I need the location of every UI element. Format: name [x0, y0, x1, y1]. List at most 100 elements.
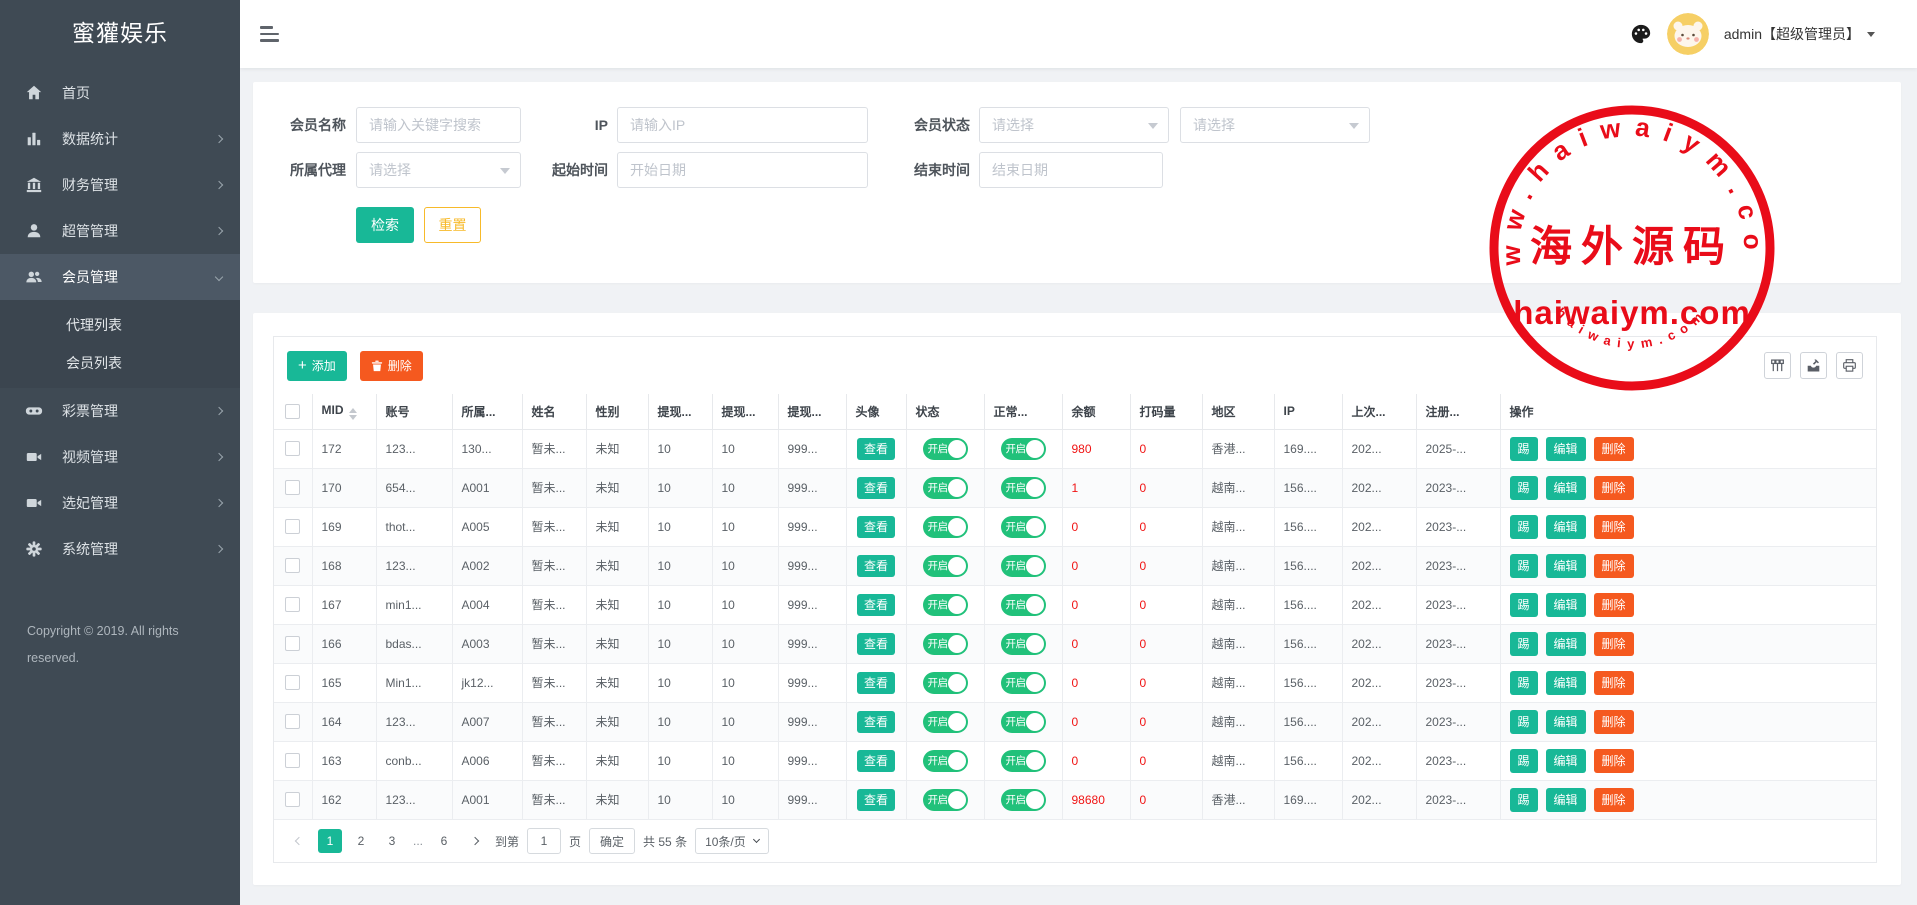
end-date-input[interactable]: [979, 152, 1163, 188]
search-button[interactable]: 检索: [356, 207, 414, 243]
edit-button[interactable]: 编辑: [1546, 788, 1586, 812]
print-icon[interactable]: [1836, 352, 1863, 379]
theme-palette-icon[interactable]: [1630, 23, 1652, 45]
normal-toggle[interactable]: 开启: [1001, 672, 1046, 694]
delete-row-button[interactable]: 删除: [1594, 593, 1634, 617]
kick-button[interactable]: 踢: [1510, 788, 1538, 812]
status-toggle[interactable]: 开启: [923, 672, 968, 694]
sidebar-item-5[interactable]: 彩票管理: [0, 388, 240, 434]
row-checkbox[interactable]: [285, 480, 300, 495]
avatar[interactable]: [1667, 13, 1709, 55]
member-status-select[interactable]: 请选择: [979, 107, 1169, 143]
row-checkbox[interactable]: [285, 714, 300, 729]
page-button-6[interactable]: 6: [432, 829, 456, 853]
view-avatar-button[interactable]: 查看: [857, 633, 895, 655]
goto-page-input[interactable]: [527, 828, 561, 854]
status-toggle[interactable]: 开启: [923, 633, 968, 655]
ip-input[interactable]: [617, 107, 868, 143]
agent-select[interactable]: 请选择: [356, 152, 521, 188]
status-toggle[interactable]: 开启: [923, 711, 968, 733]
sidebar-item-3[interactable]: 超管管理: [0, 208, 240, 254]
per-page-select[interactable]: 10条/页: [695, 828, 769, 854]
view-avatar-button[interactable]: 查看: [857, 711, 895, 733]
edit-button[interactable]: 编辑: [1546, 476, 1586, 500]
sidebar-item-2[interactable]: 财务管理: [0, 162, 240, 208]
status-toggle[interactable]: 开启: [923, 555, 968, 577]
sidebar-subitem-0[interactable]: 代理列表: [0, 306, 240, 344]
delete-row-button[interactable]: 删除: [1594, 749, 1634, 773]
row-checkbox[interactable]: [285, 792, 300, 807]
normal-toggle[interactable]: 开启: [1001, 438, 1046, 460]
edit-button[interactable]: 编辑: [1546, 437, 1586, 461]
view-avatar-button[interactable]: 查看: [857, 789, 895, 811]
kick-button[interactable]: 踢: [1510, 476, 1538, 500]
sidebar-item-7[interactable]: 选妃管理: [0, 480, 240, 526]
normal-toggle[interactable]: 开启: [1001, 594, 1046, 616]
row-checkbox[interactable]: [285, 675, 300, 690]
delete-row-button[interactable]: 删除: [1594, 515, 1634, 539]
kick-button[interactable]: 踢: [1510, 632, 1538, 656]
view-avatar-button[interactable]: 查看: [857, 750, 895, 772]
sidebar-item-0[interactable]: 首页: [0, 70, 240, 116]
status-toggle[interactable]: 开启: [923, 438, 968, 460]
status-toggle[interactable]: 开启: [923, 594, 968, 616]
confirm-page-button[interactable]: 确定: [589, 828, 635, 854]
row-checkbox[interactable]: [285, 441, 300, 456]
normal-toggle[interactable]: 开启: [1001, 633, 1046, 655]
normal-toggle[interactable]: 开启: [1001, 711, 1046, 733]
view-avatar-button[interactable]: 查看: [857, 516, 895, 538]
kick-button[interactable]: 踢: [1510, 671, 1538, 695]
edit-button[interactable]: 编辑: [1546, 515, 1586, 539]
status-toggle[interactable]: 开启: [923, 477, 968, 499]
row-checkbox[interactable]: [285, 636, 300, 651]
delete-button[interactable]: 删除: [360, 351, 423, 381]
prev-page-button[interactable]: [287, 829, 311, 853]
user-menu[interactable]: admin【超级管理员】: [1724, 24, 1875, 44]
normal-toggle[interactable]: 开启: [1001, 555, 1046, 577]
sort-icon[interactable]: [349, 408, 357, 420]
row-checkbox[interactable]: [285, 597, 300, 612]
normal-toggle[interactable]: 开启: [1001, 789, 1046, 811]
page-button-2[interactable]: 2: [349, 829, 373, 853]
page-button-3[interactable]: 3: [380, 829, 404, 853]
delete-row-button[interactable]: 删除: [1594, 632, 1634, 656]
next-page-button[interactable]: [463, 829, 487, 853]
columns-icon[interactable]: [1764, 352, 1791, 379]
status2-select[interactable]: 请选择: [1180, 107, 1370, 143]
edit-button[interactable]: 编辑: [1546, 710, 1586, 734]
kick-button[interactable]: 踢: [1510, 749, 1538, 773]
edit-button[interactable]: 编辑: [1546, 671, 1586, 695]
delete-row-button[interactable]: 删除: [1594, 437, 1634, 461]
delete-row-button[interactable]: 删除: [1594, 788, 1634, 812]
add-button[interactable]: + 添加: [287, 351, 347, 381]
sidebar-item-8[interactable]: 系统管理: [0, 526, 240, 572]
kick-button[interactable]: 踢: [1510, 554, 1538, 578]
delete-row-button[interactable]: 删除: [1594, 710, 1634, 734]
start-date-input[interactable]: [617, 152, 868, 188]
status-toggle[interactable]: 开启: [923, 789, 968, 811]
edit-button[interactable]: 编辑: [1546, 749, 1586, 773]
sidebar-item-1[interactable]: 数据统计: [0, 116, 240, 162]
row-checkbox[interactable]: [285, 558, 300, 573]
kick-button[interactable]: 踢: [1510, 437, 1538, 461]
row-checkbox[interactable]: [285, 519, 300, 534]
export-icon[interactable]: [1800, 352, 1827, 379]
row-checkbox[interactable]: [285, 753, 300, 768]
status-toggle[interactable]: 开启: [923, 750, 968, 772]
menu-toggle-icon[interactable]: [260, 26, 279, 41]
sidebar-item-4[interactable]: 会员管理: [0, 254, 240, 300]
edit-button[interactable]: 编辑: [1546, 593, 1586, 617]
view-avatar-button[interactable]: 查看: [857, 438, 895, 460]
delete-row-button[interactable]: 删除: [1594, 671, 1634, 695]
edit-button[interactable]: 编辑: [1546, 554, 1586, 578]
delete-row-button[interactable]: 删除: [1594, 476, 1634, 500]
normal-toggle[interactable]: 开启: [1001, 477, 1046, 499]
page-button-1[interactable]: 1: [318, 829, 342, 853]
normal-toggle[interactable]: 开启: [1001, 750, 1046, 772]
kick-button[interactable]: 踢: [1510, 710, 1538, 734]
kick-button[interactable]: 踢: [1510, 515, 1538, 539]
sidebar-item-6[interactable]: 视频管理: [0, 434, 240, 480]
select-all-checkbox[interactable]: [285, 404, 300, 419]
kick-button[interactable]: 踢: [1510, 593, 1538, 617]
sidebar-subitem-1[interactable]: 会员列表: [0, 344, 240, 382]
